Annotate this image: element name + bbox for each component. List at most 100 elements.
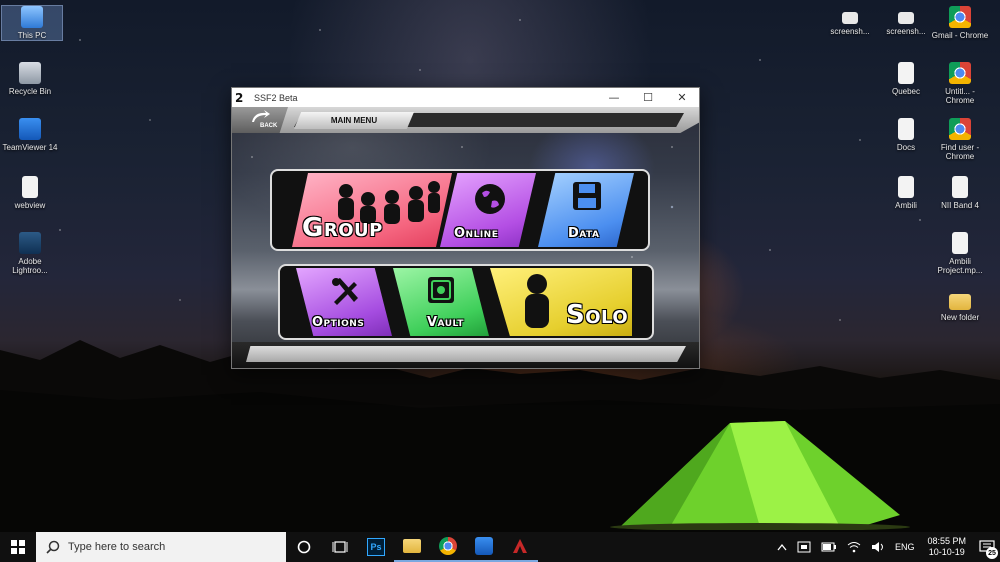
desktop-icon-untitled-chrome[interactable]: Untitl... - Chrome bbox=[930, 62, 990, 105]
file-icon bbox=[952, 176, 968, 198]
language-indicator[interactable]: ENG bbox=[895, 542, 915, 552]
search-icon bbox=[46, 540, 60, 554]
file-icon bbox=[952, 232, 968, 254]
file-explorer-button[interactable] bbox=[394, 532, 430, 562]
chrome-icon bbox=[949, 62, 971, 84]
window-titlebar[interactable]: 2 SSF2 Beta — ☐ ✕ bbox=[232, 88, 699, 107]
desktop-icon-label: Ambili Project.mp... bbox=[937, 257, 983, 275]
wifi-tray-button[interactable] bbox=[847, 541, 861, 553]
system-tray: ENG 08:55 PM 10-10-19 25 bbox=[772, 532, 1000, 562]
desktop-icon-label: TeamViewer 14 bbox=[2, 143, 58, 152]
desktop-icon-ambili[interactable]: Ambili bbox=[876, 176, 936, 210]
desktop-icon-gmail-chrome[interactable]: Gmail - Chrome bbox=[930, 6, 990, 40]
desktop-icon-label: New folder bbox=[940, 313, 980, 322]
ssf2-icon bbox=[513, 539, 527, 553]
desktop-icon-label: Docs bbox=[896, 143, 916, 152]
desktop-icon-screenshot-1[interactable]: screensh... bbox=[820, 6, 880, 36]
single-person-icon bbox=[525, 274, 549, 328]
desktop-icon-this-pc[interactable]: This PC bbox=[1, 5, 63, 41]
back-button[interactable]: BACK bbox=[232, 107, 288, 133]
file-icon bbox=[22, 176, 38, 198]
security-tray-button[interactable] bbox=[797, 541, 811, 553]
desktop-icon-label: Find user - Chrome bbox=[940, 143, 980, 161]
desktop-icon-new-folder[interactable]: New folder bbox=[930, 288, 990, 322]
cortana-icon bbox=[297, 540, 311, 554]
ssf2-logo-icon: 2 bbox=[235, 90, 244, 105]
desktop-icon-quebec[interactable]: Quebec bbox=[876, 62, 936, 96]
chrome-icon bbox=[949, 118, 971, 140]
solo-label: Solo bbox=[566, 300, 629, 330]
chrome-icon bbox=[949, 6, 971, 28]
back-arrow-icon bbox=[252, 110, 270, 122]
start-button[interactable] bbox=[0, 532, 36, 562]
group-label: Group bbox=[302, 213, 383, 243]
screenshot-icon bbox=[898, 12, 914, 24]
desktop-icon-label: This PC bbox=[17, 31, 47, 40]
ssf2-window: 2 SSF2 Beta — ☐ ✕ BACK MAIN MENU Group O… bbox=[231, 87, 700, 369]
ssf2-taskbar-button[interactable] bbox=[502, 532, 538, 562]
teamviewer-button[interactable] bbox=[466, 532, 502, 562]
desktop-icon-nii-band[interactable]: NII Band 4 bbox=[930, 176, 990, 210]
desktop-icon-ambili-project[interactable]: Ambili Project.mp... bbox=[930, 232, 990, 275]
clock[interactable]: 08:55 PM 10-10-19 bbox=[927, 536, 966, 558]
file-icon bbox=[898, 176, 914, 198]
solo-button[interactable]: Solo bbox=[490, 268, 632, 336]
desktop-icon-label: screensh... bbox=[886, 27, 926, 36]
desktop-icon-label: Adobe Lightroo... bbox=[12, 257, 48, 275]
desktop-icon-lightroom[interactable]: Adobe Lightroo... bbox=[0, 232, 60, 275]
tools-icon bbox=[332, 278, 358, 305]
chrome-icon bbox=[439, 537, 457, 555]
options-label: Options bbox=[312, 315, 365, 330]
desktop-icon-find-user-chrome[interactable]: Find user - Chrome bbox=[930, 118, 990, 161]
bottom-bar-track bbox=[246, 346, 686, 362]
maximize-button[interactable]: ☐ bbox=[631, 88, 665, 107]
desktop-icon-label: Untitl... - Chrome bbox=[945, 87, 975, 105]
show-hidden-icons-button[interactable] bbox=[777, 543, 787, 551]
desktop-icon-screenshot-2[interactable]: screensh... bbox=[876, 6, 936, 36]
teamviewer-icon bbox=[19, 118, 41, 140]
window-title: SSF2 Beta bbox=[254, 92, 298, 103]
task-view-button[interactable] bbox=[322, 532, 358, 562]
photoshop-icon: Ps bbox=[367, 538, 385, 556]
computer-icon bbox=[21, 6, 43, 28]
photoshop-button[interactable]: Ps bbox=[358, 532, 394, 562]
desktop-icon-label: Recycle Bin bbox=[8, 87, 52, 96]
folder-icon bbox=[949, 294, 971, 310]
back-button-label: BACK bbox=[260, 123, 278, 129]
taskbar-search[interactable] bbox=[36, 532, 286, 562]
cortana-button[interactable] bbox=[286, 532, 322, 562]
vault-label: Vault bbox=[427, 315, 464, 330]
game-canvas: BACK MAIN MENU Group Online Data Options… bbox=[232, 107, 699, 368]
task-view-icon bbox=[332, 541, 348, 553]
clock-date: 10-10-19 bbox=[928, 547, 965, 557]
chrome-button[interactable] bbox=[430, 532, 466, 562]
file-explorer-icon bbox=[403, 539, 421, 553]
windows-logo-icon bbox=[11, 540, 25, 554]
notification-count-badge: 25 bbox=[986, 547, 998, 559]
file-icon bbox=[898, 62, 914, 84]
desktop-icon-label: Gmail - Chrome bbox=[931, 31, 989, 40]
minimize-button[interactable]: — bbox=[597, 88, 631, 107]
clock-time: 08:55 PM bbox=[927, 536, 966, 546]
speaker-icon bbox=[871, 542, 883, 552]
volume-tray-button[interactable] bbox=[871, 541, 885, 553]
lightroom-icon bbox=[19, 232, 41, 254]
online-label: Online bbox=[454, 226, 499, 241]
tent-image bbox=[610, 421, 910, 530]
desktop-icon-label: NII Band 4 bbox=[941, 201, 979, 210]
desktop-icon-teamviewer[interactable]: TeamViewer 14 bbox=[0, 118, 60, 152]
action-center-button[interactable]: 25 bbox=[974, 532, 1000, 562]
desktop-icon-recycle-bin[interactable]: Recycle Bin bbox=[0, 62, 60, 96]
file-icon bbox=[898, 118, 914, 140]
taskbar: Ps ENG 08:55 PM 10-10-19 bbox=[0, 532, 1000, 562]
desktop-icon-webview[interactable]: webview bbox=[0, 176, 60, 210]
screenshot-icon bbox=[842, 12, 858, 24]
battery-tray-button[interactable] bbox=[821, 542, 837, 552]
close-button[interactable]: ✕ bbox=[665, 88, 699, 107]
data-label: Data bbox=[568, 226, 600, 241]
group-button[interactable]: Group bbox=[292, 173, 452, 247]
search-input[interactable] bbox=[68, 541, 268, 553]
desktop-icon-docs[interactable]: Docs bbox=[876, 118, 936, 152]
safe-icon bbox=[428, 277, 454, 303]
desktop-icon-label: Ambili bbox=[895, 201, 917, 210]
